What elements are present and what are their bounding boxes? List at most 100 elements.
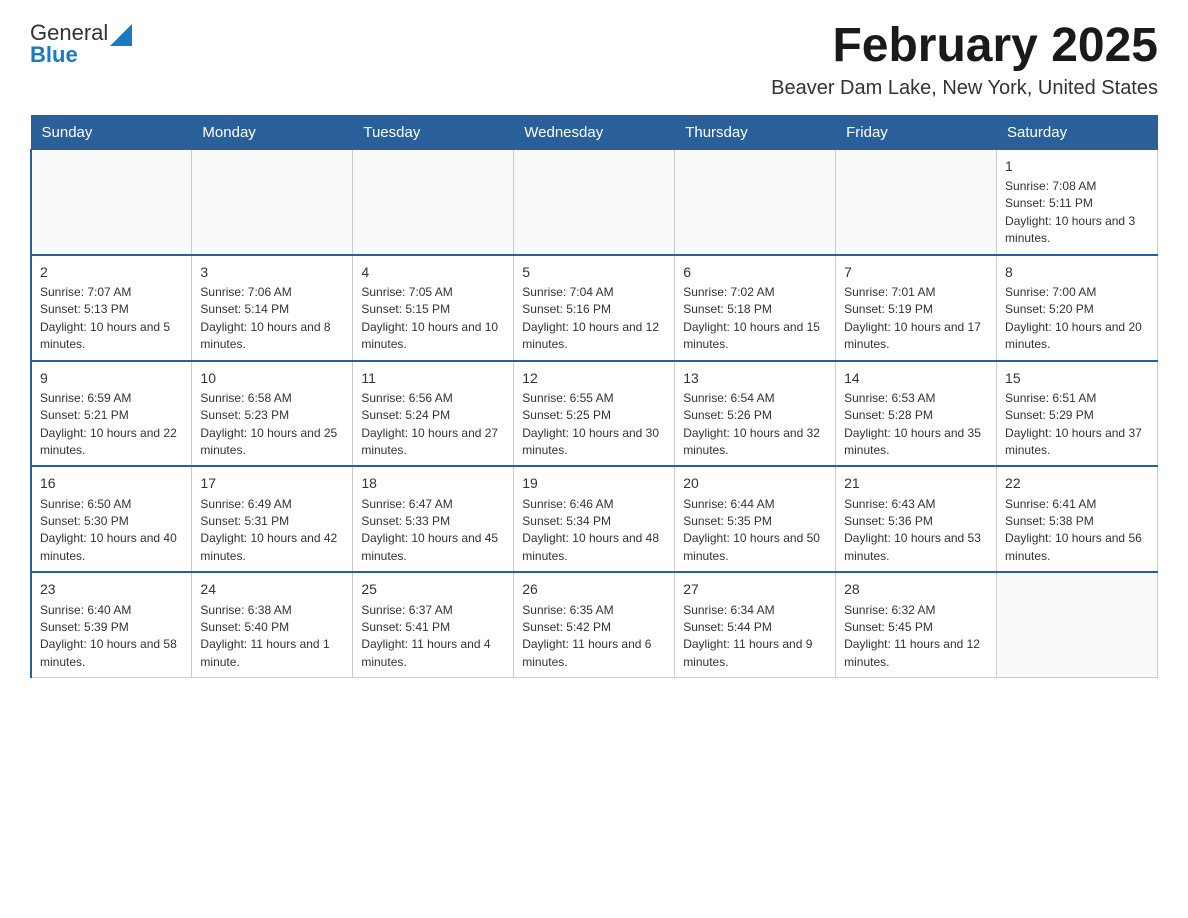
day-info: Sunrise: 6:54 AMSunset: 5:26 PMDaylight:… (683, 390, 827, 460)
calendar-cell: 20Sunrise: 6:44 AMSunset: 5:35 PMDayligh… (675, 466, 836, 572)
day-number: 6 (683, 262, 827, 282)
day-info: Sunrise: 7:05 AMSunset: 5:15 PMDaylight:… (361, 284, 505, 354)
day-number: 2 (40, 262, 183, 282)
calendar-cell (353, 149, 514, 254)
calendar-cell (192, 149, 353, 254)
calendar-cell: 16 Sunrise: 6:50 AMSunset: 5:30 PMDayligh… (31, 466, 192, 572)
calendar-week-row: 9Sunrise: 6:59 AMSunset: 5:21 PMDaylight… (31, 361, 1158, 467)
calendar-week-row: 23 Sunrise: 6:40 AMSunset: 5:39 PMDayligh… (31, 572, 1158, 677)
calendar-cell (514, 149, 675, 254)
weekday-header-row: SundayMondayTuesdayWednesdayThursdayFrid… (31, 115, 1158, 149)
day-number: 10 (200, 368, 344, 388)
day-info: Sunrise: 6:38 AMSunset: 5:40 PMDaylight:… (200, 602, 344, 672)
day-number: 18 (361, 473, 505, 493)
calendar-cell (675, 149, 836, 254)
weekday-header-friday: Friday (836, 115, 997, 149)
day-info: Sunrise: 7:00 AMSunset: 5:20 PMDaylight:… (1005, 284, 1149, 354)
weekday-header-saturday: Saturday (997, 115, 1158, 149)
calendar-cell: 9Sunrise: 6:59 AMSunset: 5:21 PMDaylight… (31, 361, 192, 467)
logo: General Blue (30, 20, 132, 68)
day-number: 8 (1005, 262, 1149, 282)
day-info: Sunrise: 6:41 AMSunset: 5:38 PMDaylight:… (1005, 496, 1149, 566)
calendar-cell: 2Sunrise: 7:07 AMSunset: 5:13 PMDaylight… (31, 255, 192, 361)
calendar-table: SundayMondayTuesdayWednesdayThursdayFrid… (30, 115, 1158, 678)
calendar-cell: 22 Sunrise: 6:41 AMSunset: 5:38 PMDayligh… (997, 466, 1158, 572)
day-number: 22 (1005, 473, 1149, 493)
calendar-cell: 28 Sunrise: 6:32 AMSunset: 5:45 PMDayligh… (836, 572, 997, 677)
day-number: 28 (844, 579, 988, 599)
day-number: 17 (200, 473, 344, 493)
calendar-cell: 10Sunrise: 6:58 AMSunset: 5:23 PMDayligh… (192, 361, 353, 467)
title-section: February 2025 Beaver Dam Lake, New York,… (771, 20, 1158, 100)
calendar-cell: 14Sunrise: 6:53 AMSunset: 5:28 PMDayligh… (836, 361, 997, 467)
calendar-week-row: 16 Sunrise: 6:50 AMSunset: 5:30 PMDayligh… (31, 466, 1158, 572)
day-info: Sunrise: 6:46 AMSunset: 5:34 PMDaylight:… (522, 496, 666, 566)
day-info: Sunrise: 6:35 AMSunset: 5:42 PMDaylight:… (522, 602, 666, 672)
calendar-cell: 12Sunrise: 6:55 AMSunset: 5:25 PMDayligh… (514, 361, 675, 467)
day-info: Sunrise: 6:56 AMSunset: 5:24 PMDaylight:… (361, 390, 505, 460)
day-info: Sunrise: 7:01 AMSunset: 5:19 PMDaylight:… (844, 284, 988, 354)
logo-blue-text: Blue (30, 42, 78, 68)
calendar-cell: 1Sunrise: 7:08 AMSunset: 5:11 PMDaylight… (997, 149, 1158, 254)
day-number: 13 (683, 368, 827, 388)
calendar-cell: 21 Sunrise: 6:43 AMSunset: 5:36 PMDayligh… (836, 466, 997, 572)
calendar-cell: 13Sunrise: 6:54 AMSunset: 5:26 PMDayligh… (675, 361, 836, 467)
calendar-cell: 19 Sunrise: 6:46 AMSunset: 5:34 PMDayligh… (514, 466, 675, 572)
calendar-cell (997, 572, 1158, 677)
calendar-cell (31, 149, 192, 254)
day-number: 4 (361, 262, 505, 282)
day-info: Sunrise: 6:55 AMSunset: 5:25 PMDaylight:… (522, 390, 666, 460)
day-info: Sunrise: 6:51 AMSunset: 5:29 PMDaylight:… (1005, 390, 1149, 460)
day-info: Sunrise: 7:07 AMSunset: 5:13 PMDaylight:… (40, 284, 183, 354)
day-info: Sunrise: 6:43 AMSunset: 5:36 PMDaylight:… (844, 496, 988, 566)
day-info: Sunrise: 7:04 AMSunset: 5:16 PMDaylight:… (522, 284, 666, 354)
day-number: 16 (40, 473, 183, 493)
location-subtitle: Beaver Dam Lake, New York, United States (771, 77, 1158, 100)
calendar-cell: 27Sunrise: 6:34 AMSunset: 5:44 PMDayligh… (675, 572, 836, 677)
calendar-cell: 3Sunrise: 7:06 AMSunset: 5:14 PMDaylight… (192, 255, 353, 361)
calendar-cell: 23 Sunrise: 6:40 AMSunset: 5:39 PMDayligh… (31, 572, 192, 677)
calendar-cell: 24 Sunrise: 6:38 AMSunset: 5:40 PMDayligh… (192, 572, 353, 677)
day-number: 9 (40, 368, 183, 388)
day-info: Sunrise: 6:59 AMSunset: 5:21 PMDaylight:… (40, 390, 183, 460)
calendar-cell: 11Sunrise: 6:56 AMSunset: 5:24 PMDayligh… (353, 361, 514, 467)
calendar-cell: 25 Sunrise: 6:37 AMSunset: 5:41 PMDayligh… (353, 572, 514, 677)
day-info: Sunrise: 6:34 AMSunset: 5:44 PMDaylight:… (683, 602, 827, 672)
calendar-cell (836, 149, 997, 254)
day-info: Sunrise: 6:44 AMSunset: 5:35 PMDaylight:… (683, 496, 827, 566)
day-number: 14 (844, 368, 988, 388)
day-number: 3 (200, 262, 344, 282)
page-header: General Blue February 2025 Beaver Dam La… (30, 20, 1158, 100)
day-info: Sunrise: 6:37 AMSunset: 5:41 PMDaylight:… (361, 602, 505, 672)
day-number: 12 (522, 368, 666, 388)
day-number: 5 (522, 262, 666, 282)
day-info: Sunrise: 7:08 AMSunset: 5:11 PMDaylight:… (1005, 178, 1149, 248)
day-info: Sunrise: 6:40 AMSunset: 5:39 PMDaylight:… (40, 602, 183, 672)
logo-triangle-icon (110, 24, 132, 46)
day-info: Sunrise: 6:32 AMSunset: 5:45 PMDaylight:… (844, 602, 988, 672)
calendar-cell: 5Sunrise: 7:04 AMSunset: 5:16 PMDaylight… (514, 255, 675, 361)
day-info: Sunrise: 6:50 AMSunset: 5:30 PMDaylight:… (40, 496, 183, 566)
month-title: February 2025 (771, 20, 1158, 73)
calendar-cell: 26 Sunrise: 6:35 AMSunset: 5:42 PMDayligh… (514, 572, 675, 677)
day-number: 26 (522, 579, 666, 599)
weekday-header-monday: Monday (192, 115, 353, 149)
day-number: 19 (522, 473, 666, 493)
day-number: 15 (1005, 368, 1149, 388)
day-info: Sunrise: 6:49 AMSunset: 5:31 PMDaylight:… (200, 496, 344, 566)
day-info: Sunrise: 6:47 AMSunset: 5:33 PMDaylight:… (361, 496, 505, 566)
calendar-cell: 8Sunrise: 7:00 AMSunset: 5:20 PMDaylight… (997, 255, 1158, 361)
calendar-week-row: 1Sunrise: 7:08 AMSunset: 5:11 PMDaylight… (31, 149, 1158, 254)
day-number: 23 (40, 579, 183, 599)
weekday-header-thursday: Thursday (675, 115, 836, 149)
calendar-cell: 7Sunrise: 7:01 AMSunset: 5:19 PMDaylight… (836, 255, 997, 361)
day-number: 24 (200, 579, 344, 599)
day-number: 25 (361, 579, 505, 599)
day-info: Sunrise: 6:58 AMSunset: 5:23 PMDaylight:… (200, 390, 344, 460)
day-info: Sunrise: 7:02 AMSunset: 5:18 PMDaylight:… (683, 284, 827, 354)
calendar-week-row: 2Sunrise: 7:07 AMSunset: 5:13 PMDaylight… (31, 255, 1158, 361)
weekday-header-tuesday: Tuesday (353, 115, 514, 149)
day-number: 11 (361, 368, 505, 388)
day-number: 21 (844, 473, 988, 493)
calendar-cell: 4Sunrise: 7:05 AMSunset: 5:15 PMDaylight… (353, 255, 514, 361)
